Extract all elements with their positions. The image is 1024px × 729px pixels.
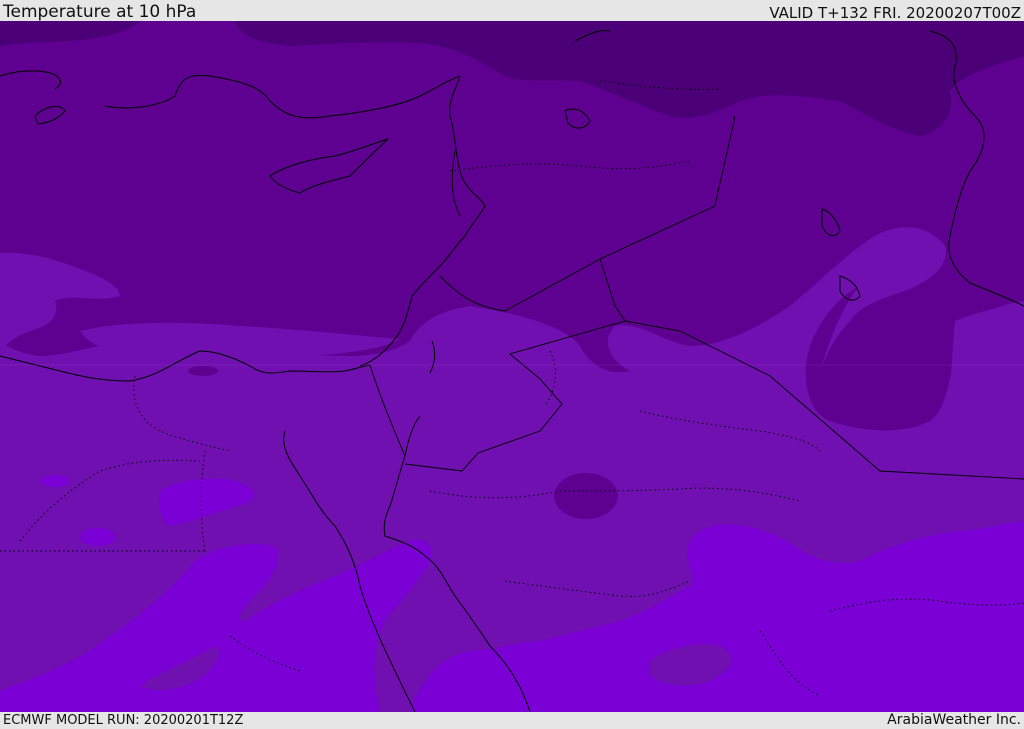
light-spot-2 — [80, 528, 116, 546]
light-spot-1 — [40, 475, 70, 487]
map-title: Temperature at 10 hPa — [3, 2, 197, 22]
footer-bar: ECMWF MODEL RUN: 20200201T12Z ArabiaWeat… — [0, 712, 1024, 729]
dark-blob — [554, 473, 618, 519]
model-run-label: ECMWF MODEL RUN: 20200201T12Z — [3, 713, 244, 728]
weather-map[interactable] — [0, 21, 1024, 712]
valid-time: VALID T+132 FRI. 20200207T00Z — [769, 4, 1021, 22]
header-bar: Temperature at 10 hPa VALID T+132 FRI. 2… — [0, 0, 1024, 21]
dark-blob-small — [188, 366, 218, 376]
medium-region-east-2 — [949, 303, 1024, 478]
credit-label: ArabiaWeather Inc. — [887, 712, 1021, 728]
